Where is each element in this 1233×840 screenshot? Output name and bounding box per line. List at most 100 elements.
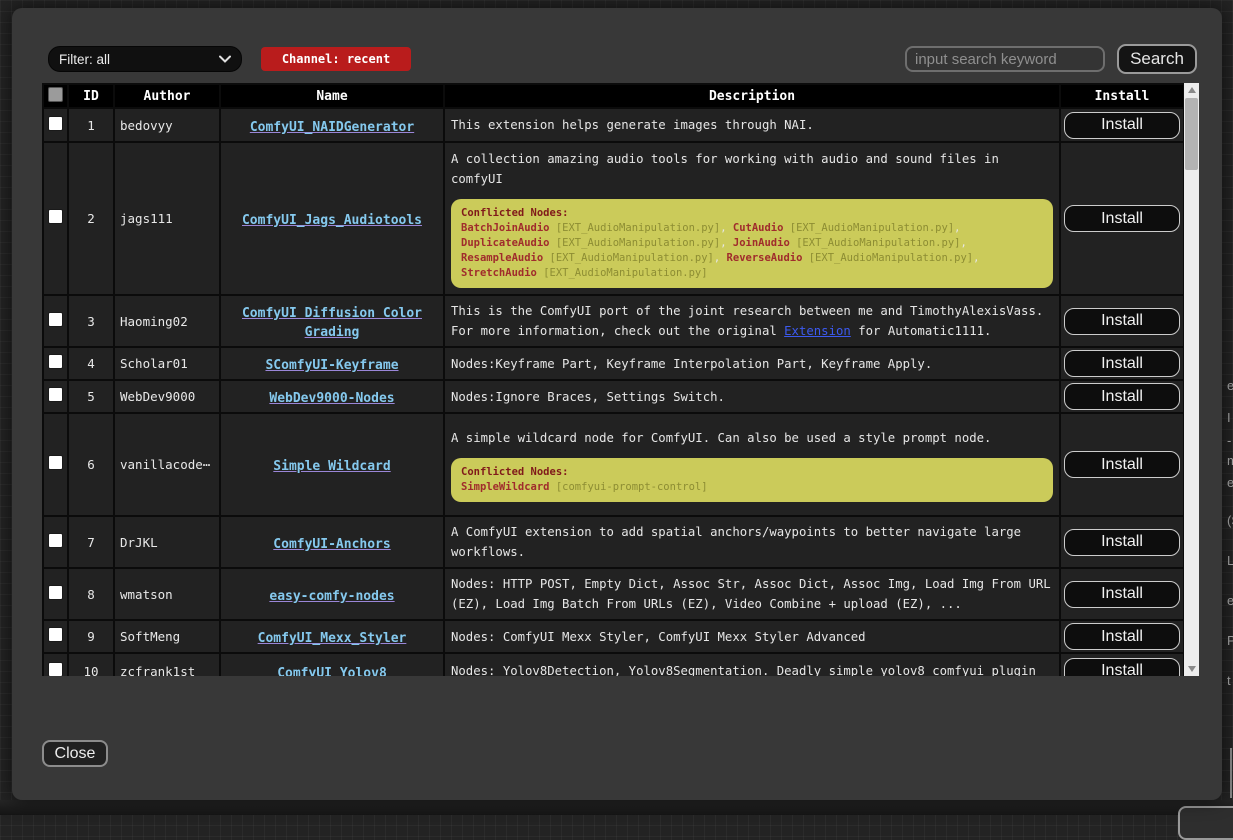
row-author: Scholar01: [114, 347, 220, 380]
scrollbar-thumb[interactable]: [1185, 98, 1198, 170]
install-button[interactable]: Install: [1064, 451, 1180, 478]
row-id: 7: [68, 516, 114, 568]
table-row: 9SoftMengComfyUI_Mexx_StylerNodes: Comfy…: [43, 620, 1184, 653]
row-author: vanillacode⋯: [114, 413, 220, 516]
row-checkbox[interactable]: [48, 116, 63, 131]
background-bottom-strip: [0, 800, 1233, 815]
conflict-node-name: ReverseAudio: [727, 252, 803, 264]
install-button[interactable]: Install: [1064, 658, 1180, 677]
conflict-node-source: [EXT_AudioManipulation.py]: [796, 237, 960, 249]
extension-name-link[interactable]: Simple Wildcard: [273, 459, 390, 474]
conflict-node-source: [EXT_AudioManipulation.py]: [556, 222, 720, 234]
install-button[interactable]: Install: [1064, 529, 1180, 556]
row-checkbox-cell: [43, 295, 68, 347]
row-id: 6: [68, 413, 114, 516]
row-checkbox-cell: [43, 568, 68, 620]
row-id: 8: [68, 568, 114, 620]
row-author: wmatson: [114, 568, 220, 620]
row-checkbox[interactable]: [48, 662, 63, 677]
row-install-cell: Install: [1060, 413, 1184, 516]
scroll-up-arrow[interactable]: [1184, 83, 1199, 97]
install-button[interactable]: Install: [1064, 581, 1180, 608]
row-checkbox[interactable]: [48, 585, 63, 600]
background-text-fragment: P: [1227, 633, 1233, 648]
install-button[interactable]: Install: [1064, 350, 1180, 377]
row-author: DrJKL: [114, 516, 220, 568]
conflicted-nodes-title: Conflicted Nodes:: [461, 465, 1043, 480]
row-checkbox[interactable]: [48, 354, 63, 369]
background-text-fragment: m: [1227, 453, 1233, 468]
search-input[interactable]: [905, 46, 1105, 72]
row-checkbox-cell: [43, 347, 68, 380]
row-install-cell: Install: [1060, 620, 1184, 653]
filter-dropdown[interactable]: Filter: all: [48, 46, 242, 72]
row-install-cell: Install: [1060, 142, 1184, 295]
row-description: A collection amazing audio tools for wor…: [444, 142, 1060, 295]
extension-name-link[interactable]: ComfyUI Diffusion Color Grading: [242, 306, 422, 340]
background-text-fragment: e: [1227, 475, 1233, 490]
row-install-cell: Install: [1060, 568, 1184, 620]
row-checkbox-cell: [43, 108, 68, 142]
row-name-cell: ComfyUI_Mexx_Styler: [220, 620, 444, 653]
row-name-cell: ComfyUI Yolov8: [220, 653, 444, 676]
conflict-node-name: DuplicateAudio: [461, 237, 550, 249]
row-checkbox-cell: [43, 413, 68, 516]
chevron-down-icon: [219, 55, 231, 63]
conflict-node-source: [EXT_AudioManipulation.py]: [543, 267, 707, 279]
row-checkbox[interactable]: [48, 627, 63, 642]
select-all-checkbox[interactable]: [48, 87, 63, 102]
search-button[interactable]: Search: [1117, 44, 1197, 74]
channel-button[interactable]: Channel: recent: [261, 47, 411, 71]
row-name-cell: WebDev9000-Nodes: [220, 380, 444, 413]
install-button[interactable]: Install: [1064, 383, 1180, 410]
close-button[interactable]: Close: [42, 740, 108, 767]
row-author: WebDev9000: [114, 380, 220, 413]
header-install: Install: [1060, 84, 1184, 108]
table-row: 8wmatson easy-comfy-nodes Nodes: HTTP POST…: [43, 568, 1184, 620]
conflicted-nodes-box: Conflicted Nodes:BatchJoinAudio [EXT_Aud…: [451, 199, 1053, 288]
extension-name-link[interactable]: ComfyUI Yolov8: [277, 666, 387, 677]
custom-nodes-table: ID Author Name Description Install 1bedo…: [42, 83, 1199, 676]
conflict-node-name: CutAudio: [733, 222, 784, 234]
extension-name-link[interactable]: ComfyUI-Anchors: [273, 537, 390, 552]
install-button[interactable]: Install: [1064, 623, 1180, 650]
scroll-down-arrow[interactable]: [1184, 662, 1199, 676]
row-name-cell: ComfyUI_NAIDGenerator: [220, 108, 444, 142]
row-checkbox[interactable]: [48, 533, 63, 548]
background-text-fragment: (S: [1227, 513, 1233, 528]
extension-name-link[interactable]: ComfyUI_Mexx_Styler: [258, 631, 407, 646]
row-install-cell: Install: [1060, 347, 1184, 380]
conflicted-nodes-box: Conflicted Nodes:SimpleWildcard [comfyui…: [451, 458, 1053, 502]
description-link[interactable]: Extension: [784, 324, 851, 338]
row-checkbox[interactable]: [48, 387, 63, 402]
row-author: Haoming02: [114, 295, 220, 347]
table-row: 5WebDev9000WebDev9000-NodesNodes:Ignore …: [43, 380, 1184, 413]
row-description: Nodes: HTTP POST, Empty Dict, Assoc Str,…: [444, 568, 1060, 620]
table-scrollbar[interactable]: [1184, 83, 1199, 676]
table-row: 4Scholar01SComfyUI-KeyframeNodes:Keyfram…: [43, 347, 1184, 380]
row-name-cell: easy-comfy-nodes: [220, 568, 444, 620]
install-button[interactable]: Install: [1064, 308, 1180, 335]
extension-name-link[interactable]: SComfyUI-Keyframe: [265, 358, 398, 373]
row-name-cell: ComfyUI Diffusion Color Grading: [220, 295, 444, 347]
extension-name-link[interactable]: easy-comfy-nodes: [269, 589, 394, 604]
row-checkbox-cell: [43, 516, 68, 568]
extension-name-link[interactable]: ComfyUI_NAIDGenerator: [250, 120, 414, 135]
row-name-cell: ComfyUI-Anchors: [220, 516, 444, 568]
row-name-cell: ComfyUI_Jags_Audiotools: [220, 142, 444, 295]
row-checkbox-cell: [43, 620, 68, 653]
row-author: SoftMeng: [114, 620, 220, 653]
row-checkbox[interactable]: [48, 455, 63, 470]
extension-name-link[interactable]: WebDev9000-Nodes: [269, 391, 394, 406]
filter-dropdown-value: Filter: all: [59, 52, 110, 67]
row-checkbox[interactable]: [48, 312, 63, 327]
install-button[interactable]: Install: [1064, 205, 1180, 232]
install-button[interactable]: Install: [1064, 112, 1180, 139]
extension-name-link[interactable]: ComfyUI_Jags_Audiotools: [242, 213, 422, 228]
background-text-fragment: -: [1227, 433, 1231, 448]
row-install-cell: Install: [1060, 516, 1184, 568]
conflict-node-source: [EXT_AudioManipulation.py]: [790, 222, 954, 234]
comfyui-canvas: { "toolbar": { "filter_value": "Filter: …: [0, 0, 1233, 815]
conflict-node-name: JoinAudio: [733, 237, 790, 249]
row-checkbox[interactable]: [48, 209, 63, 224]
